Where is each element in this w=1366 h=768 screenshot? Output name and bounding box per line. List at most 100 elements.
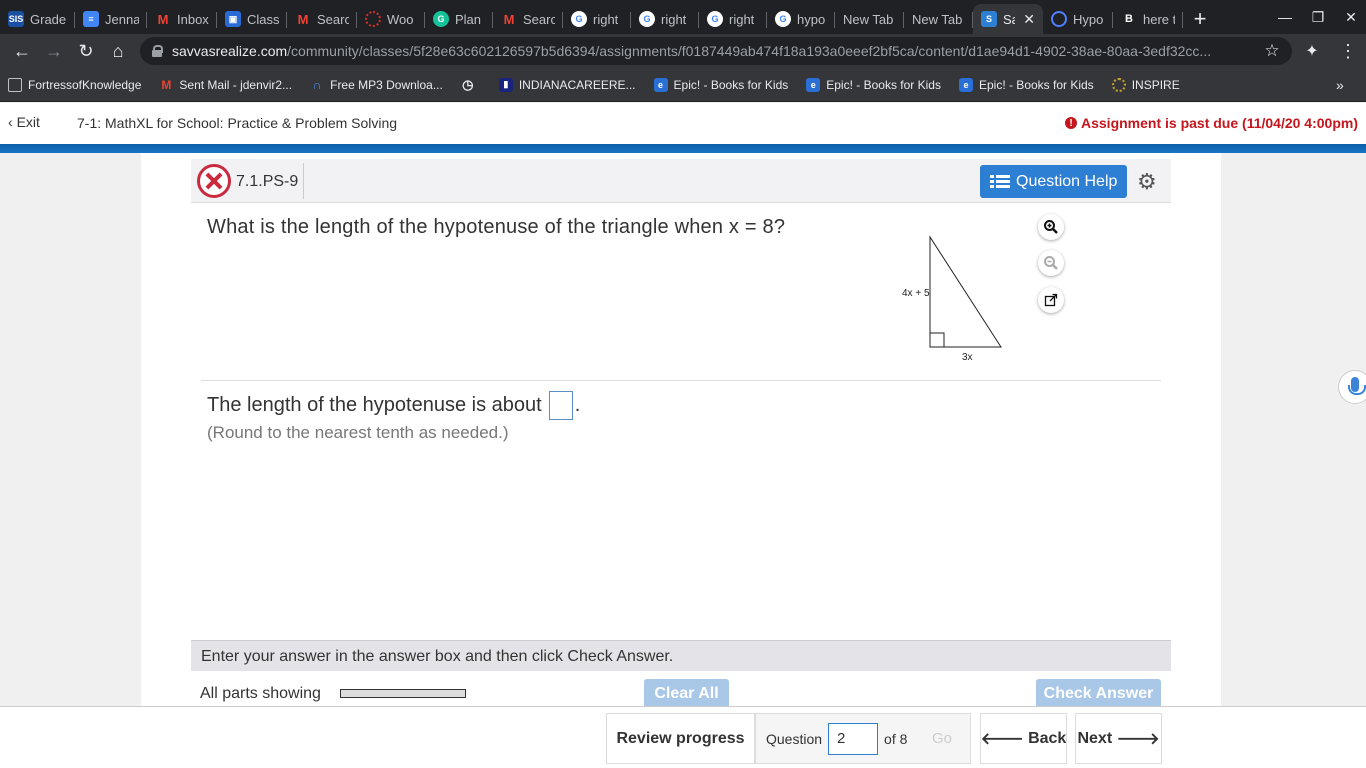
answer-prefix: The length of the hypotenuse is about bbox=[207, 394, 542, 416]
clear-all-button[interactable]: Clear All bbox=[644, 679, 729, 709]
header-strip bbox=[0, 144, 1366, 153]
headphones-icon: ∩ bbox=[312, 77, 322, 92]
tab-jenna[interactable]: ≡ Jenna bbox=[75, 4, 147, 34]
popout-icon[interactable] bbox=[1038, 287, 1064, 313]
incorrect-x-icon bbox=[197, 164, 231, 198]
bookmark-sent-mail[interactable]: M Sent Mail - jdenvir2... bbox=[159, 78, 292, 92]
right-angle-marker bbox=[929, 332, 945, 348]
address-bar[interactable]: savvasrealize.com/community/classes/5f28… bbox=[140, 37, 1292, 65]
savvas-icon: S bbox=[981, 11, 997, 27]
bookmark-epic-2[interactable]: e Epic! - Books for Kids bbox=[806, 77, 941, 92]
new-tab-plus-icon[interactable]: + bbox=[1183, 4, 1217, 34]
menu-dots-icon[interactable]: ⋮ bbox=[1332, 35, 1364, 67]
list-icon bbox=[990, 174, 1010, 189]
tab-woo[interactable]: Woo bbox=[357, 4, 425, 34]
bookmark-inspire[interactable]: INSPIRE bbox=[1111, 77, 1180, 92]
google-icon: G bbox=[571, 11, 587, 27]
extensions-icon[interactable]: ✦ bbox=[1296, 35, 1328, 67]
url-path: /community/classes/5f28e63c602126597b5d6… bbox=[287, 43, 1212, 59]
chevron-left-icon: ‹ bbox=[8, 114, 17, 130]
past-due-notice: ! Assignment is past due (11/04/20 4:00pm… bbox=[1065, 115, 1358, 131]
google-icon: G bbox=[639, 11, 655, 27]
tab-new-1[interactable]: New Tab bbox=[835, 4, 904, 34]
question-number-input[interactable]: 2 bbox=[828, 722, 879, 755]
instructions-bar: Enter your answer in the answer box and … bbox=[191, 640, 1171, 671]
folder-icon bbox=[8, 77, 22, 92]
indiana-icon: ▮ bbox=[498, 77, 513, 92]
all-parts-label: All parts showing bbox=[200, 685, 321, 702]
reload-icon[interactable]: ↻ bbox=[70, 35, 102, 67]
question-header: 7.1.PS-9 Question Help ⚙ bbox=[191, 159, 1171, 203]
tab-right-2[interactable]: Gright bbox=[631, 4, 699, 34]
bookmark-fortress[interactable]: FortressofKnowledge bbox=[8, 77, 141, 92]
horizontal-leg-label: 3x bbox=[962, 352, 973, 363]
bookmark-history[interactable]: ◷ bbox=[461, 76, 481, 92]
tab-inbox[interactable]: M Inbox bbox=[147, 4, 217, 34]
bookmark-mp3[interactable]: ∩ Free MP3 Downloa... bbox=[310, 78, 443, 92]
inspire-icon bbox=[1111, 77, 1126, 92]
question-id: 7.1.PS-9 bbox=[236, 173, 299, 190]
back-arrow-icon[interactable]: ← bbox=[6, 35, 38, 67]
sis-icon: SIS bbox=[8, 11, 24, 27]
section-divider bbox=[201, 380, 1161, 381]
answer-suffix: . bbox=[574, 394, 581, 416]
question-prompt: What is the length of the hypotenuse of … bbox=[207, 216, 786, 238]
bookmarks-bar: FortressofKnowledge M Sent Mail - jdenvir… bbox=[0, 68, 1366, 102]
tab-search-mail[interactable]: M Searc bbox=[287, 4, 357, 34]
history-icon: ◷ bbox=[462, 76, 474, 92]
bookmark-epic-3[interactable]: e Epic! - Books for Kids bbox=[958, 77, 1094, 92]
gmail-icon: M bbox=[297, 11, 309, 27]
bookmarks-overflow-icon[interactable]: » bbox=[1336, 77, 1344, 93]
grammarly-icon: G bbox=[433, 11, 449, 27]
check-answer-button[interactable]: Check Answer bbox=[1036, 679, 1161, 709]
gmail-icon: M bbox=[161, 77, 172, 92]
epic-icon: e bbox=[653, 77, 668, 92]
question-jump: Question 2 of 8 Go bbox=[755, 713, 971, 764]
tab-savvas[interactable]: SSa✕ bbox=[973, 4, 1043, 34]
alert-icon: ! bbox=[1065, 117, 1077, 129]
url-host: savvasrealize.com bbox=[172, 43, 288, 59]
google-icon: G bbox=[707, 11, 723, 27]
divider bbox=[303, 163, 304, 199]
wooclap-icon bbox=[365, 11, 381, 27]
arrow-left-icon: 🡐 bbox=[980, 731, 1029, 748]
tab-search-mail-2[interactable]: M Searc bbox=[493, 4, 563, 34]
tab-right-3[interactable]: Gright bbox=[699, 4, 767, 34]
question-help-button[interactable]: Question Help bbox=[980, 165, 1127, 198]
star-icon[interactable]: ☆ bbox=[1256, 35, 1288, 67]
bookmark-epic-1[interactable]: e Epic! - Books for Kids bbox=[653, 77, 788, 92]
classroom-icon: ▣ bbox=[225, 11, 241, 27]
arrow-right-icon: 🡒 bbox=[1112, 731, 1160, 748]
question-panel: 7.1.PS-9 Question Help ⚙ What is the len… bbox=[141, 153, 1221, 709]
back-button[interactable]: 🡐 Back bbox=[980, 713, 1067, 764]
zoom-in-icon[interactable] bbox=[1038, 214, 1064, 240]
tab-grade[interactable]: SIS Grade bbox=[0, 4, 75, 34]
parts-progress-bar bbox=[340, 689, 466, 698]
triangle-figure: 4x + 5 3x bbox=[902, 235, 1002, 363]
tab-here[interactable]: Bhere t bbox=[1113, 4, 1183, 34]
next-button[interactable]: Next 🡒 bbox=[1075, 713, 1162, 764]
tab-right-1[interactable]: Gright bbox=[563, 4, 631, 34]
home-icon[interactable]: ⌂ bbox=[102, 35, 134, 67]
gmail-icon: M bbox=[157, 11, 169, 27]
gmail-icon: M bbox=[503, 11, 515, 27]
window-close-icon[interactable]: ✕ bbox=[1328, 0, 1366, 34]
lock-icon bbox=[152, 45, 163, 57]
tab-hypo[interactable]: Hypo bbox=[1043, 4, 1113, 34]
close-icon[interactable]: ✕ bbox=[1023, 11, 1035, 28]
go-button[interactable]: Go bbox=[914, 714, 970, 763]
review-progress-button[interactable]: Review progress bbox=[606, 713, 755, 764]
bookmark-indiana[interactable]: ▮ INDIANACAREERE... bbox=[498, 77, 636, 92]
google-icon: G bbox=[775, 11, 791, 27]
microphone-icon[interactable] bbox=[1338, 370, 1366, 404]
tab-hypo-search[interactable]: Ghypo bbox=[767, 4, 835, 34]
zoom-out-icon[interactable] bbox=[1038, 250, 1064, 276]
tab-class[interactable]: ▣ Class bbox=[217, 4, 287, 34]
forward-arrow-icon[interactable]: → bbox=[38, 35, 70, 67]
exit-button[interactable]: ‹ Exit bbox=[8, 114, 40, 130]
answer-input-box[interactable] bbox=[548, 391, 573, 420]
question-total: of 8 bbox=[884, 730, 908, 747]
tab-new-2[interactable]: New Tab bbox=[904, 4, 973, 34]
gear-icon[interactable]: ⚙ bbox=[1137, 169, 1157, 195]
tab-plan[interactable]: G Plan bbox=[425, 4, 493, 34]
